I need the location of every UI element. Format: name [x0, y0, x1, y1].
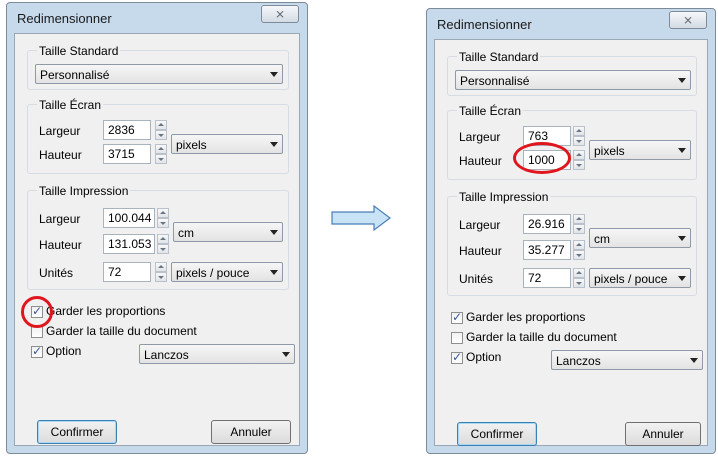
resolution-input[interactable]: 72: [103, 262, 151, 282]
print-width-input[interactable]: 100.044: [103, 208, 155, 228]
print-unit-value: cm: [178, 226, 194, 240]
dialog-body: Taille Standard Personnalisé Taille Écra…: [14, 33, 300, 446]
standard-size-value: Personnalisé: [460, 74, 530, 88]
resolution-unit-select[interactable]: pixels / pouce: [589, 268, 691, 288]
print-height-spinner[interactable]: [573, 240, 585, 260]
highlight-circle-height: [513, 142, 571, 174]
resolution-spinner[interactable]: [155, 262, 167, 282]
print-height-label: Hauteur: [459, 244, 502, 258]
confirm-button[interactable]: Confirmer: [457, 422, 537, 446]
resize-dialog-after: Redimensionner ⨯ Taille Standard Personn…: [426, 8, 716, 454]
dialog-title: Redimensionner: [17, 11, 112, 26]
print-height-spinner[interactable]: [157, 234, 169, 254]
keep-document-size-checkbox[interactable]: [451, 332, 463, 344]
keep-proportions-label: Garder les proportions: [46, 304, 166, 318]
screen-size-label: Taille Écran: [457, 104, 524, 118]
print-width-spinner[interactable]: [573, 214, 585, 234]
screen-width-label: Largeur: [459, 130, 501, 144]
resize-dialog-before: Redimensionner ⨯ Taille Standard Personn…: [6, 2, 308, 454]
cancel-button[interactable]: Annuler: [625, 422, 701, 446]
interpolation-value: Lanczos: [144, 348, 189, 362]
close-icon: ⨯: [682, 13, 694, 27]
keep-document-size-label: Garder la taille du document: [46, 324, 197, 338]
highlight-circle-keep-proportions: [21, 296, 53, 328]
close-icon: ⨯: [274, 7, 286, 21]
print-width-label: Largeur: [39, 212, 81, 226]
dialog-body: Taille Standard Personnalisé Taille Écra…: [434, 39, 708, 446]
resolution-input[interactable]: 72: [523, 268, 571, 288]
close-button[interactable]: ⨯: [261, 5, 299, 23]
print-width-input[interactable]: 26.916: [523, 214, 571, 234]
screen-width-spinner[interactable]: [573, 126, 585, 146]
chevron-down-icon: [270, 72, 278, 77]
print-size-label: Taille Impression: [37, 184, 131, 198]
title-bar: Redimensionner ⨯: [7, 3, 307, 33]
screen-unit-value: pixels: [176, 138, 207, 152]
keep-document-size-label: Garder la taille du document: [466, 330, 617, 344]
screen-unit-value: pixels: [594, 144, 625, 158]
print-height-label: Hauteur: [39, 238, 82, 252]
standard-size-label: Taille Standard: [457, 50, 541, 64]
interpolation-select[interactable]: Lanczos: [139, 344, 295, 364]
units-label: Unités: [459, 272, 494, 286]
units-label: Unités: [39, 266, 74, 280]
resolution-unit-value: pixels / pouce: [176, 266, 250, 280]
screen-height-input[interactable]: 3715: [103, 144, 151, 164]
screen-unit-select[interactable]: pixels: [589, 140, 691, 160]
standard-size-label: Taille Standard: [37, 44, 121, 58]
chevron-down-icon: [678, 236, 686, 241]
cancel-button[interactable]: Annuler: [211, 420, 291, 444]
chevron-down-icon: [282, 352, 290, 357]
right-arrow-icon: [331, 205, 391, 231]
print-width-label: Largeur: [459, 218, 501, 232]
print-size-label: Taille Impression: [457, 190, 551, 204]
print-unit-select[interactable]: cm: [173, 222, 283, 242]
screen-width-input[interactable]: 2836: [103, 120, 151, 140]
print-unit-select[interactable]: cm: [589, 228, 691, 248]
chevron-down-icon: [270, 230, 278, 235]
chevron-down-icon: [690, 358, 698, 363]
option-checkbox[interactable]: [451, 350, 463, 364]
option-checkbox[interactable]: [31, 344, 43, 358]
dialog-title: Redimensionner: [437, 17, 532, 32]
screen-unit-select[interactable]: pixels: [171, 134, 283, 154]
title-bar: Redimensionner ⨯: [427, 9, 715, 39]
keep-proportions-checkbox[interactable]: [451, 310, 463, 324]
print-unit-value: cm: [594, 232, 610, 246]
standard-size-select[interactable]: Personnalisé: [455, 70, 691, 90]
option-label: Option: [46, 344, 82, 358]
screen-height-label: Hauteur: [459, 154, 502, 168]
close-button[interactable]: ⨯: [669, 11, 707, 29]
print-height-input[interactable]: 131.053: [103, 234, 155, 254]
chevron-down-icon: [678, 276, 686, 281]
chevron-down-icon: [678, 148, 686, 153]
chevron-down-icon: [270, 270, 278, 275]
interpolation-select[interactable]: Lanczos: [551, 350, 703, 370]
screen-height-label: Hauteur: [39, 148, 82, 162]
option-label: Option: [466, 350, 502, 364]
screen-height-spinner[interactable]: [573, 150, 585, 170]
standard-size-value: Personnalisé: [40, 68, 110, 82]
screen-height-spinner[interactable]: [155, 144, 167, 164]
screen-width-spinner[interactable]: [155, 120, 167, 140]
interpolation-value: Lanczos: [556, 354, 601, 368]
screen-width-label: Largeur: [39, 124, 81, 138]
chevron-down-icon: [270, 142, 278, 147]
resolution-unit-select[interactable]: pixels / pouce: [171, 262, 283, 282]
resolution-unit-value: pixels / pouce: [594, 272, 668, 286]
print-height-input[interactable]: 35.277: [523, 240, 571, 260]
standard-size-select[interactable]: Personnalisé: [35, 64, 283, 84]
chevron-down-icon: [678, 78, 686, 83]
screen-size-label: Taille Écran: [37, 98, 104, 112]
resolution-spinner[interactable]: [573, 268, 585, 288]
keep-proportions-label: Garder les proportions: [466, 310, 586, 324]
print-width-spinner[interactable]: [157, 208, 169, 228]
confirm-button[interactable]: Confirmer: [37, 420, 117, 444]
